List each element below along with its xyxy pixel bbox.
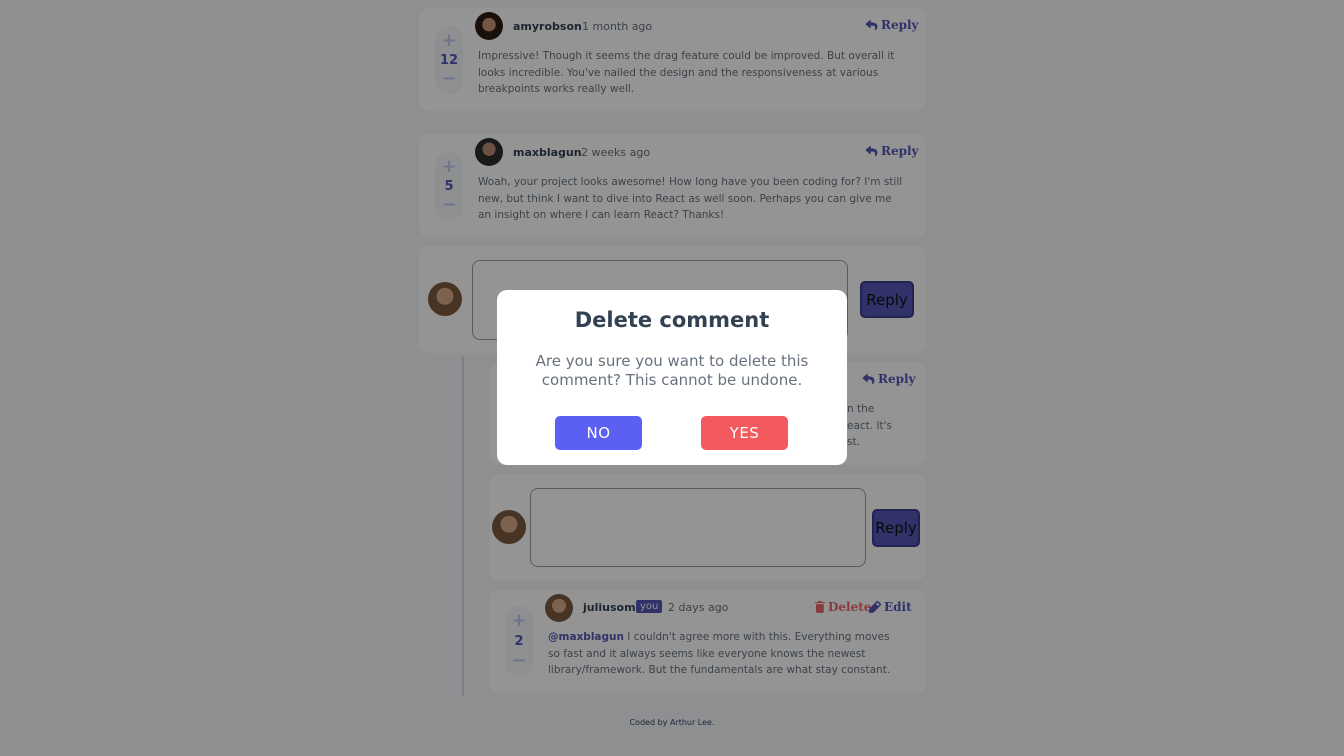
modal-title: Delete comment — [574, 308, 770, 332]
cancel-button[interactable]: NO — [555, 416, 642, 450]
modal-message: Are you sure you want to delete this com… — [535, 352, 809, 389]
delete-modal: Delete comment Are you sure you want to … — [497, 290, 847, 465]
confirm-delete-button[interactable]: YES — [701, 416, 788, 450]
